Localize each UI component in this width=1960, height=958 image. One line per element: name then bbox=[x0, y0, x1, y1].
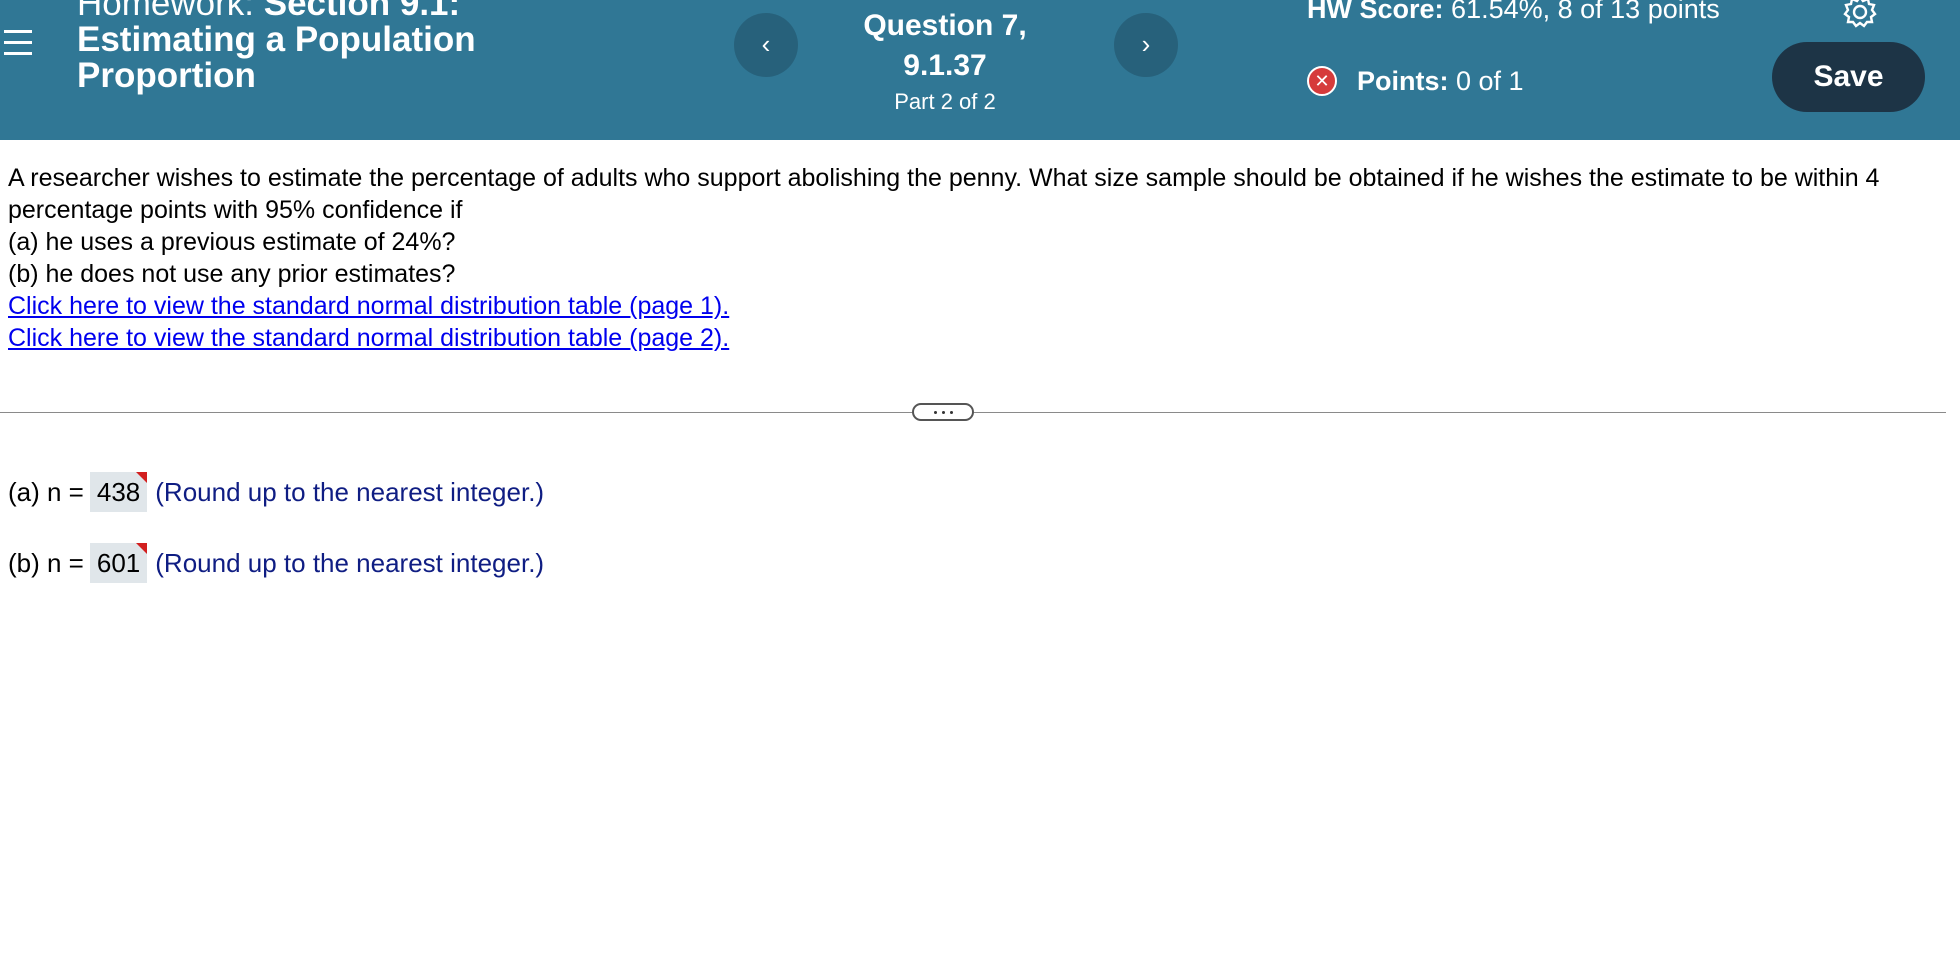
answer-row-b: (b) n = 601 (Round up to the nearest int… bbox=[8, 543, 544, 583]
save-button[interactable]: Save bbox=[1772, 42, 1925, 112]
incorrect-icon: ✕ bbox=[1307, 66, 1337, 96]
question-header: Homework: Section 9.1: Estimating a Popu… bbox=[0, 0, 1960, 140]
chevron-right-icon: › bbox=[1141, 29, 1151, 59]
answer-b-hint: (Round up to the nearest integer.) bbox=[155, 548, 545, 578]
question-prompt: A researcher wishes to estimate the perc… bbox=[8, 162, 1938, 354]
ellipsis-dot-icon bbox=[941, 410, 945, 414]
question-part-a: (a) he uses a previous estimate of 24%? bbox=[8, 228, 456, 256]
answer-b-input[interactable]: 601 bbox=[89, 543, 148, 583]
answer-a-input[interactable]: 438 bbox=[89, 472, 148, 512]
incorrect-flag-icon bbox=[136, 472, 148, 483]
chevron-left-icon: ‹ bbox=[761, 29, 771, 59]
answer-a-hint: (Round up to the nearest integer.) bbox=[155, 477, 545, 507]
hamburger-menu-icon[interactable] bbox=[4, 30, 34, 60]
question-paragraph: A researcher wishes to estimate the perc… bbox=[8, 164, 1880, 224]
divider-expand-handle[interactable] bbox=[912, 403, 974, 421]
question-title: Question 7, 9.1.37 bbox=[863, 9, 1027, 82]
question-part: Part 2 of 2 bbox=[894, 89, 996, 114]
points-value: 0 of 1 bbox=[1456, 66, 1524, 96]
answer-a-value: 438 bbox=[96, 477, 141, 507]
previous-question-button[interactable]: ‹ bbox=[734, 13, 798, 77]
points-label: Points: bbox=[1357, 66, 1449, 96]
incorrect-flag-icon bbox=[136, 543, 148, 554]
gear-icon[interactable] bbox=[1842, 0, 1878, 30]
answer-b-value: 601 bbox=[96, 548, 141, 578]
answer-a-label: (a) n = bbox=[8, 477, 84, 507]
normal-table-page-2-link[interactable]: Click here to view the standard normal d… bbox=[8, 322, 1938, 354]
homework-title: Homework: Section 9.1: Estimating a Popu… bbox=[77, 0, 537, 94]
ellipsis-dot-icon bbox=[949, 410, 953, 414]
hw-score-value: 61.54%, 8 of 13 points bbox=[1451, 0, 1720, 24]
question-indicator: Question 7, 9.1.37 Part 2 of 2 bbox=[820, 6, 1070, 117]
answer-b-label: (b) n = bbox=[8, 548, 84, 578]
next-question-button[interactable]: › bbox=[1114, 13, 1178, 77]
hw-score: HW Score: 61.54%, 8 of 13 points bbox=[1307, 0, 1747, 28]
answer-row-a: (a) n = 438 (Round up to the nearest int… bbox=[8, 472, 544, 512]
normal-table-page-1-link[interactable]: Click here to view the standard normal d… bbox=[8, 290, 1938, 322]
question-points: ✕ Points: 0 of 1 bbox=[1307, 62, 1524, 100]
hw-score-label: HW Score: bbox=[1307, 0, 1444, 24]
question-part-b: (b) he does not use any prior estimates? bbox=[8, 260, 456, 288]
ellipsis-dot-icon bbox=[933, 410, 937, 414]
